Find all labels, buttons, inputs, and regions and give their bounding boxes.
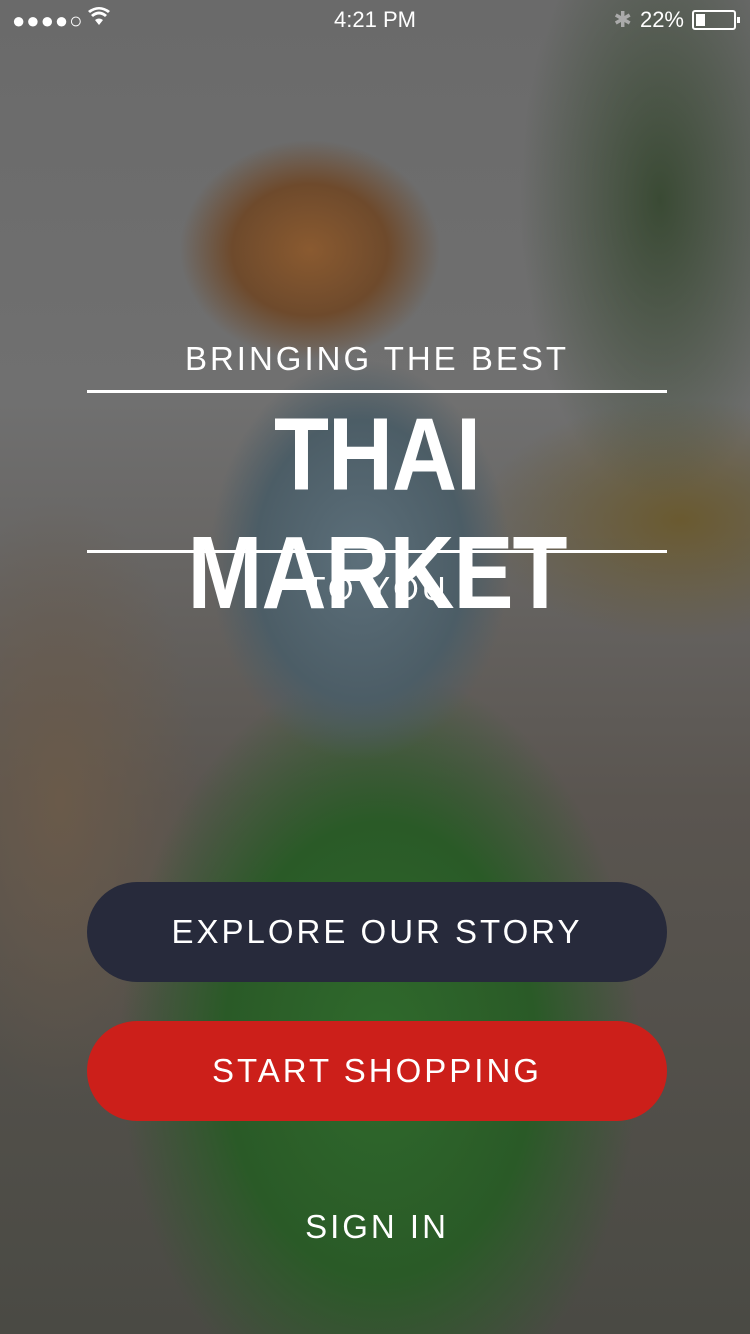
background-photo — [0, 0, 750, 1334]
tagline-top: BRINGING THE BEST — [184, 340, 570, 377]
divider-top — [87, 390, 667, 393]
status-bar: ●●●●○ 4:21 PM ✱ 22% — [0, 0, 750, 40]
bluetooth-icon: ✱ — [613, 7, 632, 32]
battery-percent: 22% — [639, 7, 684, 32]
start-shopping-button[interactable]: START SHOPPING — [87, 1021, 667, 1121]
explore-story-button[interactable]: EXPLORE OUR STORY — [87, 882, 667, 982]
sign-in-link[interactable]: SIGN IN — [87, 1208, 667, 1246]
divider-bottom — [87, 550, 667, 553]
battery-icon — [692, 10, 740, 30]
tagline-bottom: TO YOU — [305, 570, 449, 607]
